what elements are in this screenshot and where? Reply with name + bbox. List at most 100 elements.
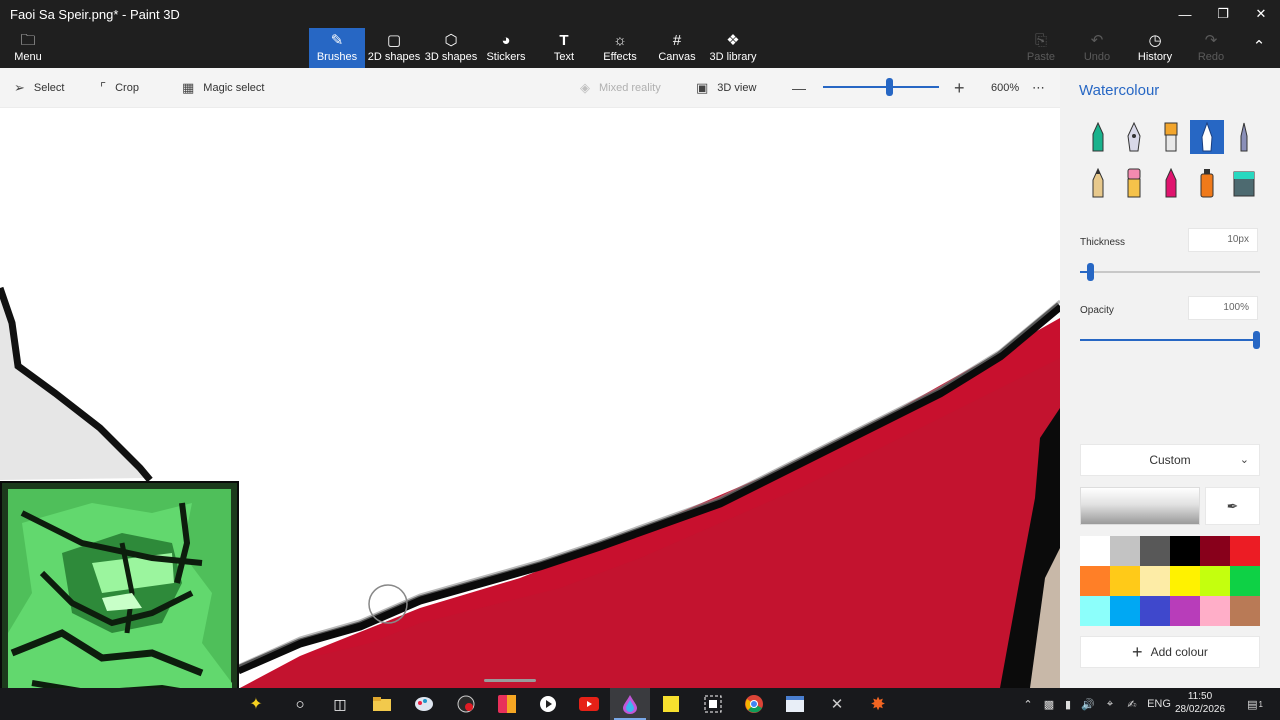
language-indicator[interactable]: ENG xyxy=(1146,688,1172,720)
watercolour-brush[interactable] xyxy=(1190,120,1224,154)
taskbar-photoshop-app[interactable] xyxy=(487,688,527,720)
fill-brush[interactable] xyxy=(1227,166,1261,200)
tab-3d-shapes[interactable]: ⬡ 3D shapes xyxy=(424,28,478,68)
colour-swatch[interactable] xyxy=(1080,536,1110,566)
pencil-brush[interactable] xyxy=(1081,166,1115,200)
opacity-input[interactable]: 100% xyxy=(1188,296,1258,320)
calligraphy-pen-brush[interactable] xyxy=(1117,120,1151,154)
maximize-button[interactable]: ❐ xyxy=(1204,0,1242,28)
tab-canvas[interactable]: # Canvas xyxy=(656,28,698,68)
tray-usb-icon[interactable]: ▮ xyxy=(1060,688,1076,720)
opacity-slider[interactable] xyxy=(1080,331,1260,349)
colour-swatch[interactable] xyxy=(1200,536,1230,566)
taskbar-sticky-notes[interactable] xyxy=(651,688,691,720)
marker-brush[interactable] xyxy=(1081,120,1115,154)
tab-brushes[interactable]: ✎ Brushes xyxy=(309,28,365,68)
taskbar-paint-3d[interactable] xyxy=(610,688,650,720)
taskbar-photos[interactable] xyxy=(775,688,815,720)
tray-pen-icon[interactable]: ✍ xyxy=(1122,688,1142,720)
redo-button[interactable]: ↷ Redo xyxy=(1194,28,1228,68)
colour-swatch[interactable] xyxy=(1230,596,1260,626)
colour-swatch[interactable] xyxy=(1110,566,1140,596)
mixed-reality-button[interactable]: ◈ Mixed reality xyxy=(580,68,661,108)
colour-swatch[interactable] xyxy=(1110,536,1140,566)
colour-swatch[interactable] xyxy=(1110,596,1140,626)
youtube-icon xyxy=(579,697,599,711)
menu-button[interactable]: 🗀 Menu xyxy=(6,28,50,68)
taskbar-obs-app[interactable] xyxy=(446,688,486,720)
zoom-in-button[interactable]: + xyxy=(954,68,965,108)
taskbar-youtube[interactable] xyxy=(569,688,609,720)
crayon-brush[interactable] xyxy=(1154,166,1188,200)
tab-effects[interactable]: ☼ Effects xyxy=(600,28,640,68)
oil-brush[interactable] xyxy=(1154,120,1188,154)
search-button[interactable]: ○ xyxy=(280,688,320,720)
title-bar: Faoi Sa Speir.png* - Paint 3D — ❐ ✕ xyxy=(0,0,1280,28)
tray-network-icon[interactable]: ⌖ xyxy=(1100,688,1120,720)
colour-swatch[interactable] xyxy=(1080,596,1110,626)
colour-swatch[interactable] xyxy=(1170,566,1200,596)
crop-button[interactable]: ⌜ Crop xyxy=(100,68,139,108)
colour-swatch[interactable] xyxy=(1170,596,1200,626)
colour-swatch[interactable] xyxy=(1200,596,1230,626)
zoom-out-button[interactable]: — xyxy=(792,68,806,108)
tray-app-icon[interactable]: ▩ xyxy=(1040,688,1058,720)
tab-2d-shapes-label: 2D shapes xyxy=(367,51,421,63)
taskbar-sparkle-app[interactable]: ✦ xyxy=(236,688,276,720)
colour-swatch[interactable] xyxy=(1230,536,1260,566)
add-colour-button[interactable]: + Add colour xyxy=(1080,636,1260,668)
select-button[interactable]: ➢ Select xyxy=(14,68,64,108)
taskbar-paint-app[interactable] xyxy=(404,688,444,720)
colour-swatch[interactable] xyxy=(1230,566,1260,596)
eraser-brush[interactable] xyxy=(1117,166,1151,200)
current-colour-preview[interactable] xyxy=(1080,487,1200,525)
taskbar-chrome[interactable] xyxy=(734,688,774,720)
spray-can-brush[interactable] xyxy=(1190,166,1224,200)
redo-label: Redo xyxy=(1197,51,1225,63)
colour-mode-dropdown[interactable]: Custom ⌄ xyxy=(1080,444,1260,476)
pixel-pen-brush[interactable] xyxy=(1227,120,1261,154)
show-hidden-icons-button[interactable]: ⌃ xyxy=(1020,688,1036,720)
task-view-button[interactable]: ◫ xyxy=(320,688,360,720)
3d-view-icon: ▣ xyxy=(696,80,709,95)
taskbar-media-player[interactable] xyxy=(528,688,568,720)
undo-button[interactable]: ↶ Undo xyxy=(1080,28,1114,68)
eyedropper-button[interactable]: ✒ xyxy=(1205,487,1260,525)
magic-select-button[interactable]: ▦ Magic select xyxy=(182,68,264,108)
more-options-button[interactable]: ⋯ xyxy=(1032,68,1045,108)
chevron-up-icon: ⌃ xyxy=(1023,698,1033,711)
colour-swatch[interactable] xyxy=(1170,536,1200,566)
tab-stickers[interactable]: ◕ Stickers xyxy=(482,28,530,68)
tools-icon: ✕ xyxy=(830,696,844,713)
collapse-ribbon-button[interactable]: ⌃ xyxy=(1244,28,1274,68)
thickness-input[interactable]: 10px xyxy=(1188,228,1258,252)
thickness-slider-thumb[interactable] xyxy=(1087,263,1094,281)
tab-2d-shapes[interactable]: ▢ 2D shapes xyxy=(367,28,421,68)
colour-swatch[interactable] xyxy=(1140,596,1170,626)
taskbar-file-explorer[interactable] xyxy=(362,688,402,720)
taskbar-starburst-app[interactable]: ✸ xyxy=(858,688,898,720)
3d-library-icon: ❖ xyxy=(726,32,740,49)
tab-3d-library[interactable]: ❖ 3D library xyxy=(708,28,758,68)
paste-button[interactable]: ⎘ Paste xyxy=(1024,28,1058,68)
close-button[interactable]: ✕ xyxy=(1242,0,1280,28)
minimize-button[interactable]: — xyxy=(1166,0,1204,28)
clipboard-icon: ⎘ xyxy=(1034,32,1047,49)
tray-volume-icon[interactable]: 🔊 xyxy=(1078,688,1098,720)
3d-view-button[interactable]: ▣ 3D view xyxy=(696,68,756,108)
colour-swatch[interactable] xyxy=(1200,566,1230,596)
taskbar-tools-app[interactable]: ✕ xyxy=(817,688,857,720)
taskbar-snipping-tool[interactable] xyxy=(693,688,733,720)
opacity-slider-thumb[interactable] xyxy=(1253,331,1260,349)
clock[interactable]: 11:50 28/02/2026 xyxy=(1174,690,1226,716)
history-button[interactable]: ◷ History xyxy=(1136,28,1174,68)
notifications-button[interactable]: ▤ 1 xyxy=(1240,688,1270,720)
colour-swatch[interactable] xyxy=(1140,566,1170,596)
tab-text-label: Text xyxy=(553,51,575,63)
tab-text[interactable]: T Text xyxy=(544,28,584,68)
zoom-slider-track[interactable] xyxy=(823,86,939,88)
thickness-slider[interactable] xyxy=(1080,263,1260,281)
colour-swatch[interactable] xyxy=(1140,536,1170,566)
colour-swatch[interactable] xyxy=(1080,566,1110,596)
zoom-slider-thumb[interactable] xyxy=(886,78,893,96)
